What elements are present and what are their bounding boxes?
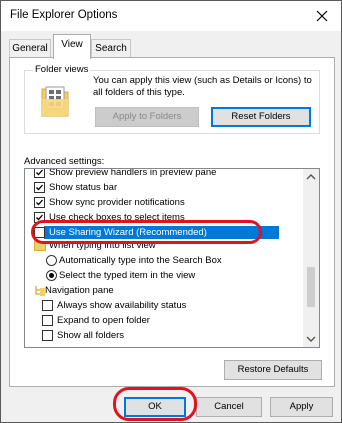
close-button[interactable] [303, 1, 341, 31]
folder-views-group: Folder views You can apply this view (su… [24, 64, 320, 134]
list-item-label: Use Sharing Wizard (Recommended) [49, 227, 207, 238]
checkbox[interactable] [34, 227, 45, 238]
advanced-settings-list[interactable]: Show preview handlers in preview pane Sh… [24, 168, 320, 348]
list-item-label: Use check boxes to select items [49, 212, 185, 223]
checkbox[interactable] [42, 300, 53, 311]
scroll-thumb[interactable] [307, 267, 315, 307]
list-item-label: Always show availability status [57, 300, 187, 311]
scroll-down-button[interactable] [303, 331, 319, 347]
checkmark-icon [36, 169, 43, 176]
folder-views-description: You can apply this view (such as Details… [93, 75, 312, 98]
checkmark-icon [36, 199, 43, 206]
reset-folders-button[interactable]: Reset Folders [211, 107, 311, 127]
close-icon [316, 10, 328, 22]
checkbox[interactable] [34, 182, 45, 193]
file-explorer-options-dialog: File Explorer Options General View Searc… [0, 0, 342, 423]
checkbox[interactable] [42, 330, 53, 341]
radio-button[interactable] [46, 270, 57, 281]
list-item-label: Automatically type into the Search Box [59, 255, 222, 266]
advanced-settings-label: Advanced settings: [24, 156, 105, 167]
list-item-label: Select the typed item in the view [59, 270, 196, 281]
checkbox[interactable] [34, 212, 45, 223]
restore-defaults-button[interactable]: Restore Defaults [224, 360, 322, 380]
checkmark-icon [36, 184, 43, 191]
list-item-label: Show preview handlers in preview pane [49, 168, 217, 178]
ok-button[interactable]: OK [124, 397, 186, 417]
radio-selected-dot [49, 273, 54, 278]
list-item-label: Show status bar [49, 182, 118, 193]
title-bar: File Explorer Options [1, 1, 341, 31]
list-item-label: Show all folders [57, 330, 125, 341]
folder-grid-icon [41, 86, 69, 117]
apply-to-folders-button[interactable]: Apply to Folders [95, 107, 199, 127]
view-tab-panel: Folder views You can apply this view (su… [9, 57, 335, 387]
checkmark-icon [36, 214, 43, 221]
vertical-scrollbar[interactable] [303, 169, 319, 347]
window-title: File Explorer Options [10, 9, 118, 21]
checkbox[interactable] [34, 197, 45, 208]
tab-search[interactable]: Search [91, 39, 131, 58]
chevron-down-icon [306, 336, 316, 342]
folder-views-legend: Folder views [33, 64, 91, 75]
scroll-up-button[interactable] [303, 169, 319, 185]
checkbox[interactable] [34, 169, 45, 178]
chevron-up-icon [306, 174, 316, 180]
cancel-button[interactable]: Cancel [196, 397, 262, 417]
folder-icon [34, 240, 46, 251]
apply-button[interactable]: Apply [270, 397, 333, 417]
list-item-selected[interactable]: Use Sharing Wizard (Recommended) [34, 226, 279, 239]
list-item-label: Show sync provider notifications [49, 197, 185, 208]
list-item-label: Expand to open folder [57, 315, 150, 326]
tab-view[interactable]: View [53, 34, 91, 59]
list-item-label: Navigation pane [45, 285, 114, 296]
checkbox[interactable] [42, 315, 53, 326]
tab-general[interactable]: General [9, 39, 51, 58]
list-item-label: When typing into list view [49, 240, 156, 251]
radio-button[interactable] [46, 255, 57, 266]
